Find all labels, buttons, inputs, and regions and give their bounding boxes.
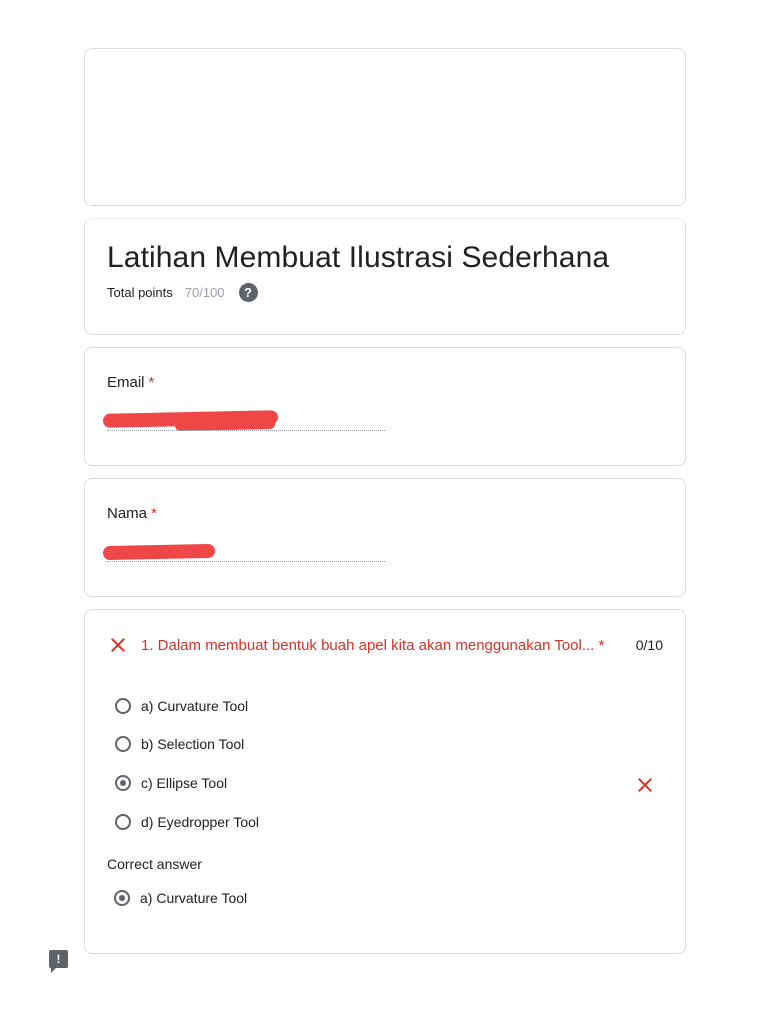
option-c[interactable]: c) Ellipse Tool: [115, 775, 227, 791]
email-answer-field: [107, 430, 385, 431]
report-feedback-icon[interactable]: !: [49, 950, 68, 973]
option-a[interactable]: a) Curvature Tool: [115, 698, 248, 714]
total-points-value: 70/100: [184, 285, 225, 300]
help-icon[interactable]: ?: [238, 283, 258, 302]
header-banner-card: [84, 48, 686, 206]
option-d[interactable]: d) Eyedropper Tool: [115, 814, 259, 830]
incorrect-icon: [636, 776, 654, 794]
required-asterisk: *: [148, 374, 155, 391]
correct-answer-text: a) Curvature Tool: [140, 890, 248, 906]
form-title: Latihan Membuat Ilustrasi Sederhana: [107, 241, 610, 274]
question-text: 1. Dalam membuat bentuk buah apel kita a…: [141, 636, 605, 654]
total-points-label: Total points: [107, 285, 173, 300]
email-label: Email *: [107, 374, 154, 391]
option-label: c) Ellipse Tool: [141, 775, 228, 791]
radio-button-selected[interactable]: [115, 775, 131, 791]
radio-button[interactable]: [115, 736, 131, 752]
question-1-card: 1. Dalam membuat bentuk buah apel kita a…: [84, 609, 686, 954]
radio-button[interactable]: [115, 814, 131, 830]
nama-question-card: Nama *: [84, 478, 686, 597]
total-points-row: Total points 70/100 ?: [107, 283, 258, 302]
nama-answer-field: [107, 561, 385, 562]
radio-button[interactable]: [115, 698, 131, 714]
redaction-mark: [102, 543, 216, 561]
correct-answer-label: Correct answer: [107, 856, 202, 872]
nama-label: Nama *: [107, 505, 157, 522]
option-b[interactable]: b) Selection Tool: [115, 736, 244, 752]
question-score: 0/10: [635, 637, 663, 653]
option-label: a) Curvature Tool: [141, 698, 249, 714]
email-label-text: Email: [107, 374, 145, 391]
nama-label-text: Nama: [107, 505, 148, 522]
option-label: b) Selection Tool: [141, 736, 245, 752]
email-question-card: Email *: [84, 347, 686, 466]
option-label: d) Eyedropper Tool: [141, 814, 260, 830]
question-header: 1. Dalam membuat bentuk buah apel kita a…: [109, 636, 663, 654]
form-title-card: Latihan Membuat Ilustrasi Sederhana Tota…: [84, 218, 686, 335]
radio-button-selected: [114, 890, 130, 906]
required-asterisk: *: [151, 505, 157, 522]
correct-answer-option: a) Curvature Tool: [114, 890, 247, 906]
close-icon: [109, 636, 127, 654]
